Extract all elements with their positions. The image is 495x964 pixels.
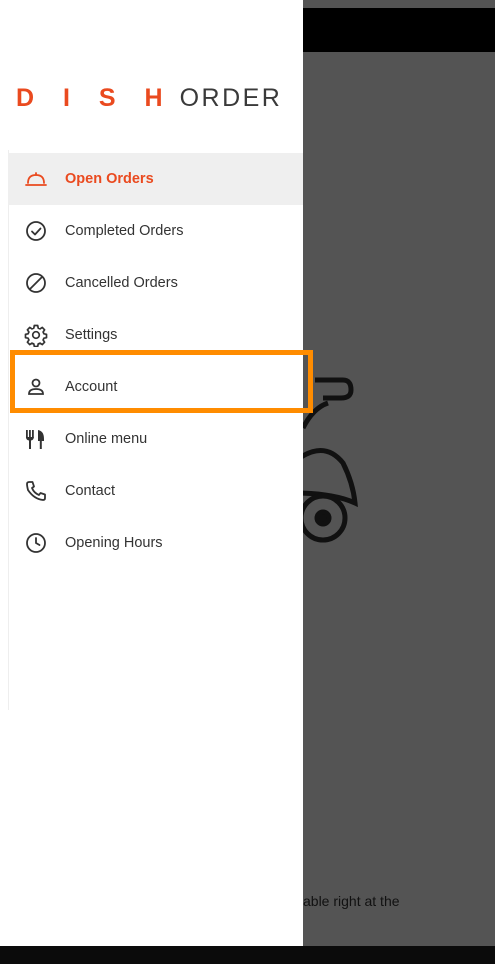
system-nav-bar bbox=[0, 946, 495, 964]
scooter-illustration bbox=[303, 377, 358, 543]
menu-item-contact[interactable]: Contact bbox=[8, 465, 303, 517]
menu-item-label: Cancelled Orders bbox=[65, 275, 178, 291]
clock-icon bbox=[24, 531, 48, 555]
cloche-icon bbox=[24, 167, 48, 191]
cancel-circle-icon bbox=[24, 271, 48, 295]
check-circle-icon bbox=[24, 219, 48, 243]
menu-item-online-menu[interactable]: Online menu bbox=[8, 413, 303, 465]
logo-suffix: ORDER bbox=[179, 83, 283, 112]
gear-icon bbox=[24, 323, 48, 347]
phone-icon bbox=[24, 479, 48, 503]
menu-item-label: Settings bbox=[65, 327, 118, 343]
menu-item-completed-orders[interactable]: Completed Orders bbox=[8, 205, 303, 257]
menu-item-label: Open Orders bbox=[65, 171, 154, 187]
menu-item-opening-hours[interactable]: Opening Hours bbox=[8, 517, 303, 569]
account-highlight-box bbox=[10, 350, 313, 413]
menu-item-label: Opening Hours bbox=[65, 535, 163, 551]
fork-knife-icon bbox=[24, 427, 48, 451]
menu-item-label: Online menu bbox=[65, 431, 148, 447]
dimmed-background[interactable]: able right at the bbox=[303, 0, 495, 964]
app-logo: D I S H ORDER bbox=[16, 83, 282, 113]
menu-item-cancelled-orders[interactable]: Cancelled Orders bbox=[8, 257, 303, 309]
background-app-bar bbox=[303, 8, 495, 52]
navigation-drawer: D I S H ORDER Open Orders Completed Orde… bbox=[0, 0, 303, 946]
logo-brand: D I S H bbox=[16, 83, 174, 112]
menu-item-label: Contact bbox=[65, 483, 115, 499]
background-text: able right at the bbox=[303, 893, 400, 909]
menu-item-label: Completed Orders bbox=[65, 223, 184, 239]
menu-item-open-orders[interactable]: Open Orders bbox=[8, 153, 303, 205]
